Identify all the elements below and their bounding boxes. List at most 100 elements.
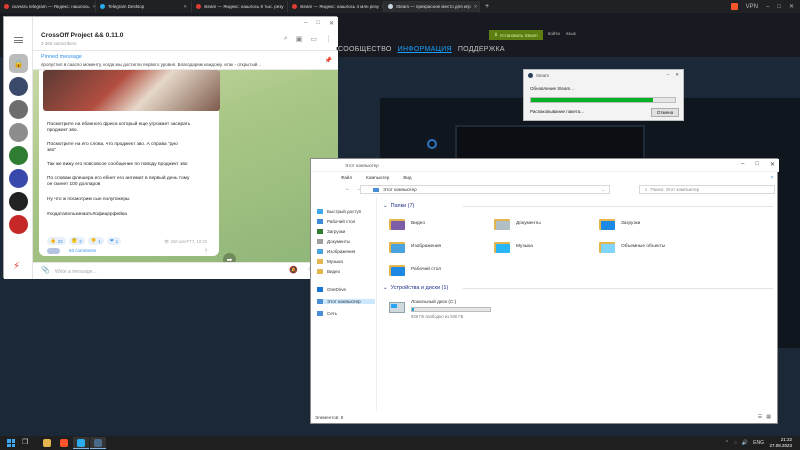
nav-item[interactable]: Видео <box>317 269 375 274</box>
folders-group-header[interactable]: ⌄ Папки (7) <box>383 203 778 209</box>
channel-name[interactable]: CrossOff Project && 0.11.0 <box>41 32 123 39</box>
taskbar-app-telegram[interactable] <box>73 437 89 449</box>
video-chat-icon[interactable]: ▣ <box>296 35 303 43</box>
help-icon[interactable]: ? <box>770 175 773 180</box>
more-icon[interactable]: ⋮ <box>325 35 332 43</box>
nav-item[interactable]: Сеть <box>317 311 375 316</box>
chevron-down-icon[interactable]: ⌄ <box>601 187 609 193</box>
saved-messages-chat[interactable]: 🔒 <box>9 54 28 73</box>
folder-item[interactable]: Музыка <box>494 240 533 253</box>
browser-tab[interactable]: Steam — прекрасное место для игр ✕ <box>384 1 480 12</box>
ex-close-button[interactable]: ✕ <box>770 161 775 168</box>
details-view-icon[interactable]: ☰ <box>758 414 762 420</box>
folder-item[interactable]: Изображения <box>389 240 441 253</box>
pinned-message-bar[interactable]: Pinned message пропустил в сааспо момент… <box>33 50 338 70</box>
search-icon[interactable]: ⌕ <box>284 35 288 43</box>
search-input[interactable]: ⌕ Поиск: Этот компьютер <box>639 185 775 194</box>
drive-item[interactable]: Локальный диск (C:) 928 ГБ свободно из 9… <box>389 300 491 319</box>
brave-shields-icon[interactable] <box>730 3 738 10</box>
vpn-button[interactable]: VPN <box>746 4 758 10</box>
minimize-button[interactable]: – <box>766 4 769 10</box>
nav-item[interactable]: Загрузки <box>317 229 375 234</box>
ex-maximize-button[interactable]: □ <box>755 161 759 168</box>
sidebar-toggle-icon[interactable]: ▭ <box>310 35 317 43</box>
channel-post[interactable]: Посмотрите на ебанного фриса который еще… <box>39 70 220 256</box>
ribbon-tab-file[interactable]: Файл <box>341 175 352 180</box>
ex-minimize-button[interactable]: – <box>741 161 744 168</box>
post-image[interactable] <box>43 70 220 111</box>
mute-icon[interactable]: 🔕 <box>289 266 298 274</box>
browser-tab[interactable]: steam — Яндекс: нашлось 8 тыс. резу✕ <box>192 1 288 12</box>
steam-nav-support[interactable]: ПОДДЕРЖКА <box>458 46 505 53</box>
reaction-chip[interactable]: 👎 1 <box>87 237 104 245</box>
steam-login-link[interactable]: войти <box>548 31 560 36</box>
tg-close-button[interactable]: ✕ <box>329 20 334 27</box>
language-indicator[interactable]: ENG <box>753 440 764 446</box>
taskbar-app-steam[interactable] <box>90 437 106 449</box>
nav-item[interactable]: Быстрый доступ <box>317 209 375 214</box>
chat-avatar[interactable] <box>9 146 28 165</box>
tg-maximize-button[interactable]: □ <box>316 20 320 27</box>
reaction-chip[interactable]: 🤔 2 <box>68 237 85 245</box>
nav-item-icon <box>317 249 323 254</box>
tiles-view-icon[interactable]: ▦ <box>766 414 771 420</box>
taskbar-app-brave[interactable] <box>56 437 72 449</box>
folder-item[interactable]: Рабочий стол <box>389 263 441 276</box>
maximize-button[interactable]: □ <box>777 4 781 10</box>
steam-nav-community[interactable]: СООБЩЕСТВО <box>338 46 392 53</box>
network-icon[interactable]: ◌ <box>734 440 737 446</box>
folder-item[interactable]: Загрузки <box>599 217 640 230</box>
reaction-chip[interactable]: ❤ 1 <box>106 237 122 245</box>
chat-avatar[interactable] <box>9 123 28 142</box>
volume-icon[interactable]: 🔊 <box>742 440 748 446</box>
menu-icon[interactable] <box>14 37 23 43</box>
nav-item[interactable]: Документы <box>317 239 375 244</box>
post-hashtags[interactable]: #ходатапельзинаать#офицерфейка <box>47 212 217 218</box>
steam-install-button[interactable]: ⬇ Установить Steam <box>489 30 543 40</box>
windows-start-icon[interactable] <box>7 439 15 447</box>
attach-icon[interactable]: 📎 <box>41 266 50 274</box>
folder-item[interactable]: Видео <box>389 217 425 230</box>
dialog-minimize-button[interactable]: – <box>667 72 670 78</box>
tray-overflow-icon[interactable]: ⌃ <box>725 440 729 446</box>
chat-avatar[interactable] <box>9 215 28 234</box>
steam-nav-info[interactable]: ИНФОРМАЦИЯ <box>398 46 452 53</box>
nav-item[interactable]: Рабочий стол <box>317 219 375 224</box>
chat-avatar[interactable] <box>9 192 28 211</box>
share-icon[interactable]: ➦ <box>223 253 236 262</box>
comments-bar[interactable]: 63 comments › <box>39 247 219 256</box>
nav-item[interactable]: Музыка <box>317 259 375 264</box>
folder-item[interactable]: Документы <box>494 217 541 230</box>
nav-item[interactable]: Изображения <box>317 249 375 254</box>
folder-item[interactable]: Объемные объекты <box>599 240 665 253</box>
tab-close-icon[interactable]: ✕ <box>183 4 187 10</box>
browser-tab[interactable]: Telegram Desktop ✕ <box>96 1 192 12</box>
chat-avatar[interactable] <box>9 169 28 188</box>
browser-tab[interactable]: steam — Яндекс: нашлось 4 млн резу✕ <box>288 1 384 12</box>
chat-avatar[interactable] <box>9 100 28 119</box>
message-input[interactable]: Write a message... <box>55 269 97 275</box>
new-tab-button[interactable]: + <box>480 3 494 10</box>
nav-item[interactable]: Этот компьютер <box>317 299 375 304</box>
lightning-icon[interactable]: ⚡ <box>13 261 20 272</box>
tg-minimize-button[interactable]: – <box>304 20 307 27</box>
taskbar-app-explorer[interactable] <box>39 437 55 449</box>
tab-close-icon[interactable]: ✕ <box>474 4 478 10</box>
steam-language-link[interactable]: язык <box>566 31 576 36</box>
task-view-icon[interactable]: ❐ <box>22 438 28 446</box>
chat-avatar[interactable] <box>9 77 28 96</box>
dialog-close-button[interactable]: ✕ <box>675 72 679 78</box>
ribbon-tab-view[interactable]: Вид <box>403 175 411 180</box>
explorer-window: Этот компьютер – □ ✕ Файл Компьютер Вид … <box>310 158 779 424</box>
update-cancel-button[interactable]: Отмена <box>651 108 679 117</box>
clock[interactable]: 21:22 27.08.2023 <box>769 437 792 449</box>
reaction-chip[interactable]: 👍 23 <box>47 237 66 245</box>
back-icon[interactable]: ← <box>345 186 351 192</box>
pin-icon[interactable]: 📌 <box>325 57 332 64</box>
address-bar[interactable]: Этот компьютер ⌄ <box>360 185 610 194</box>
nav-item[interactable]: OneDrive <box>317 287 375 292</box>
drives-group-header[interactable]: ⌄ Устройства и диски (1) <box>383 285 775 291</box>
close-button[interactable]: ✕ <box>789 3 794 10</box>
browser-tab[interactable]: скачать telegram — Яндекс: нашлось✕ <box>0 1 96 12</box>
ribbon-tab-computer[interactable]: Компьютер <box>366 175 389 180</box>
